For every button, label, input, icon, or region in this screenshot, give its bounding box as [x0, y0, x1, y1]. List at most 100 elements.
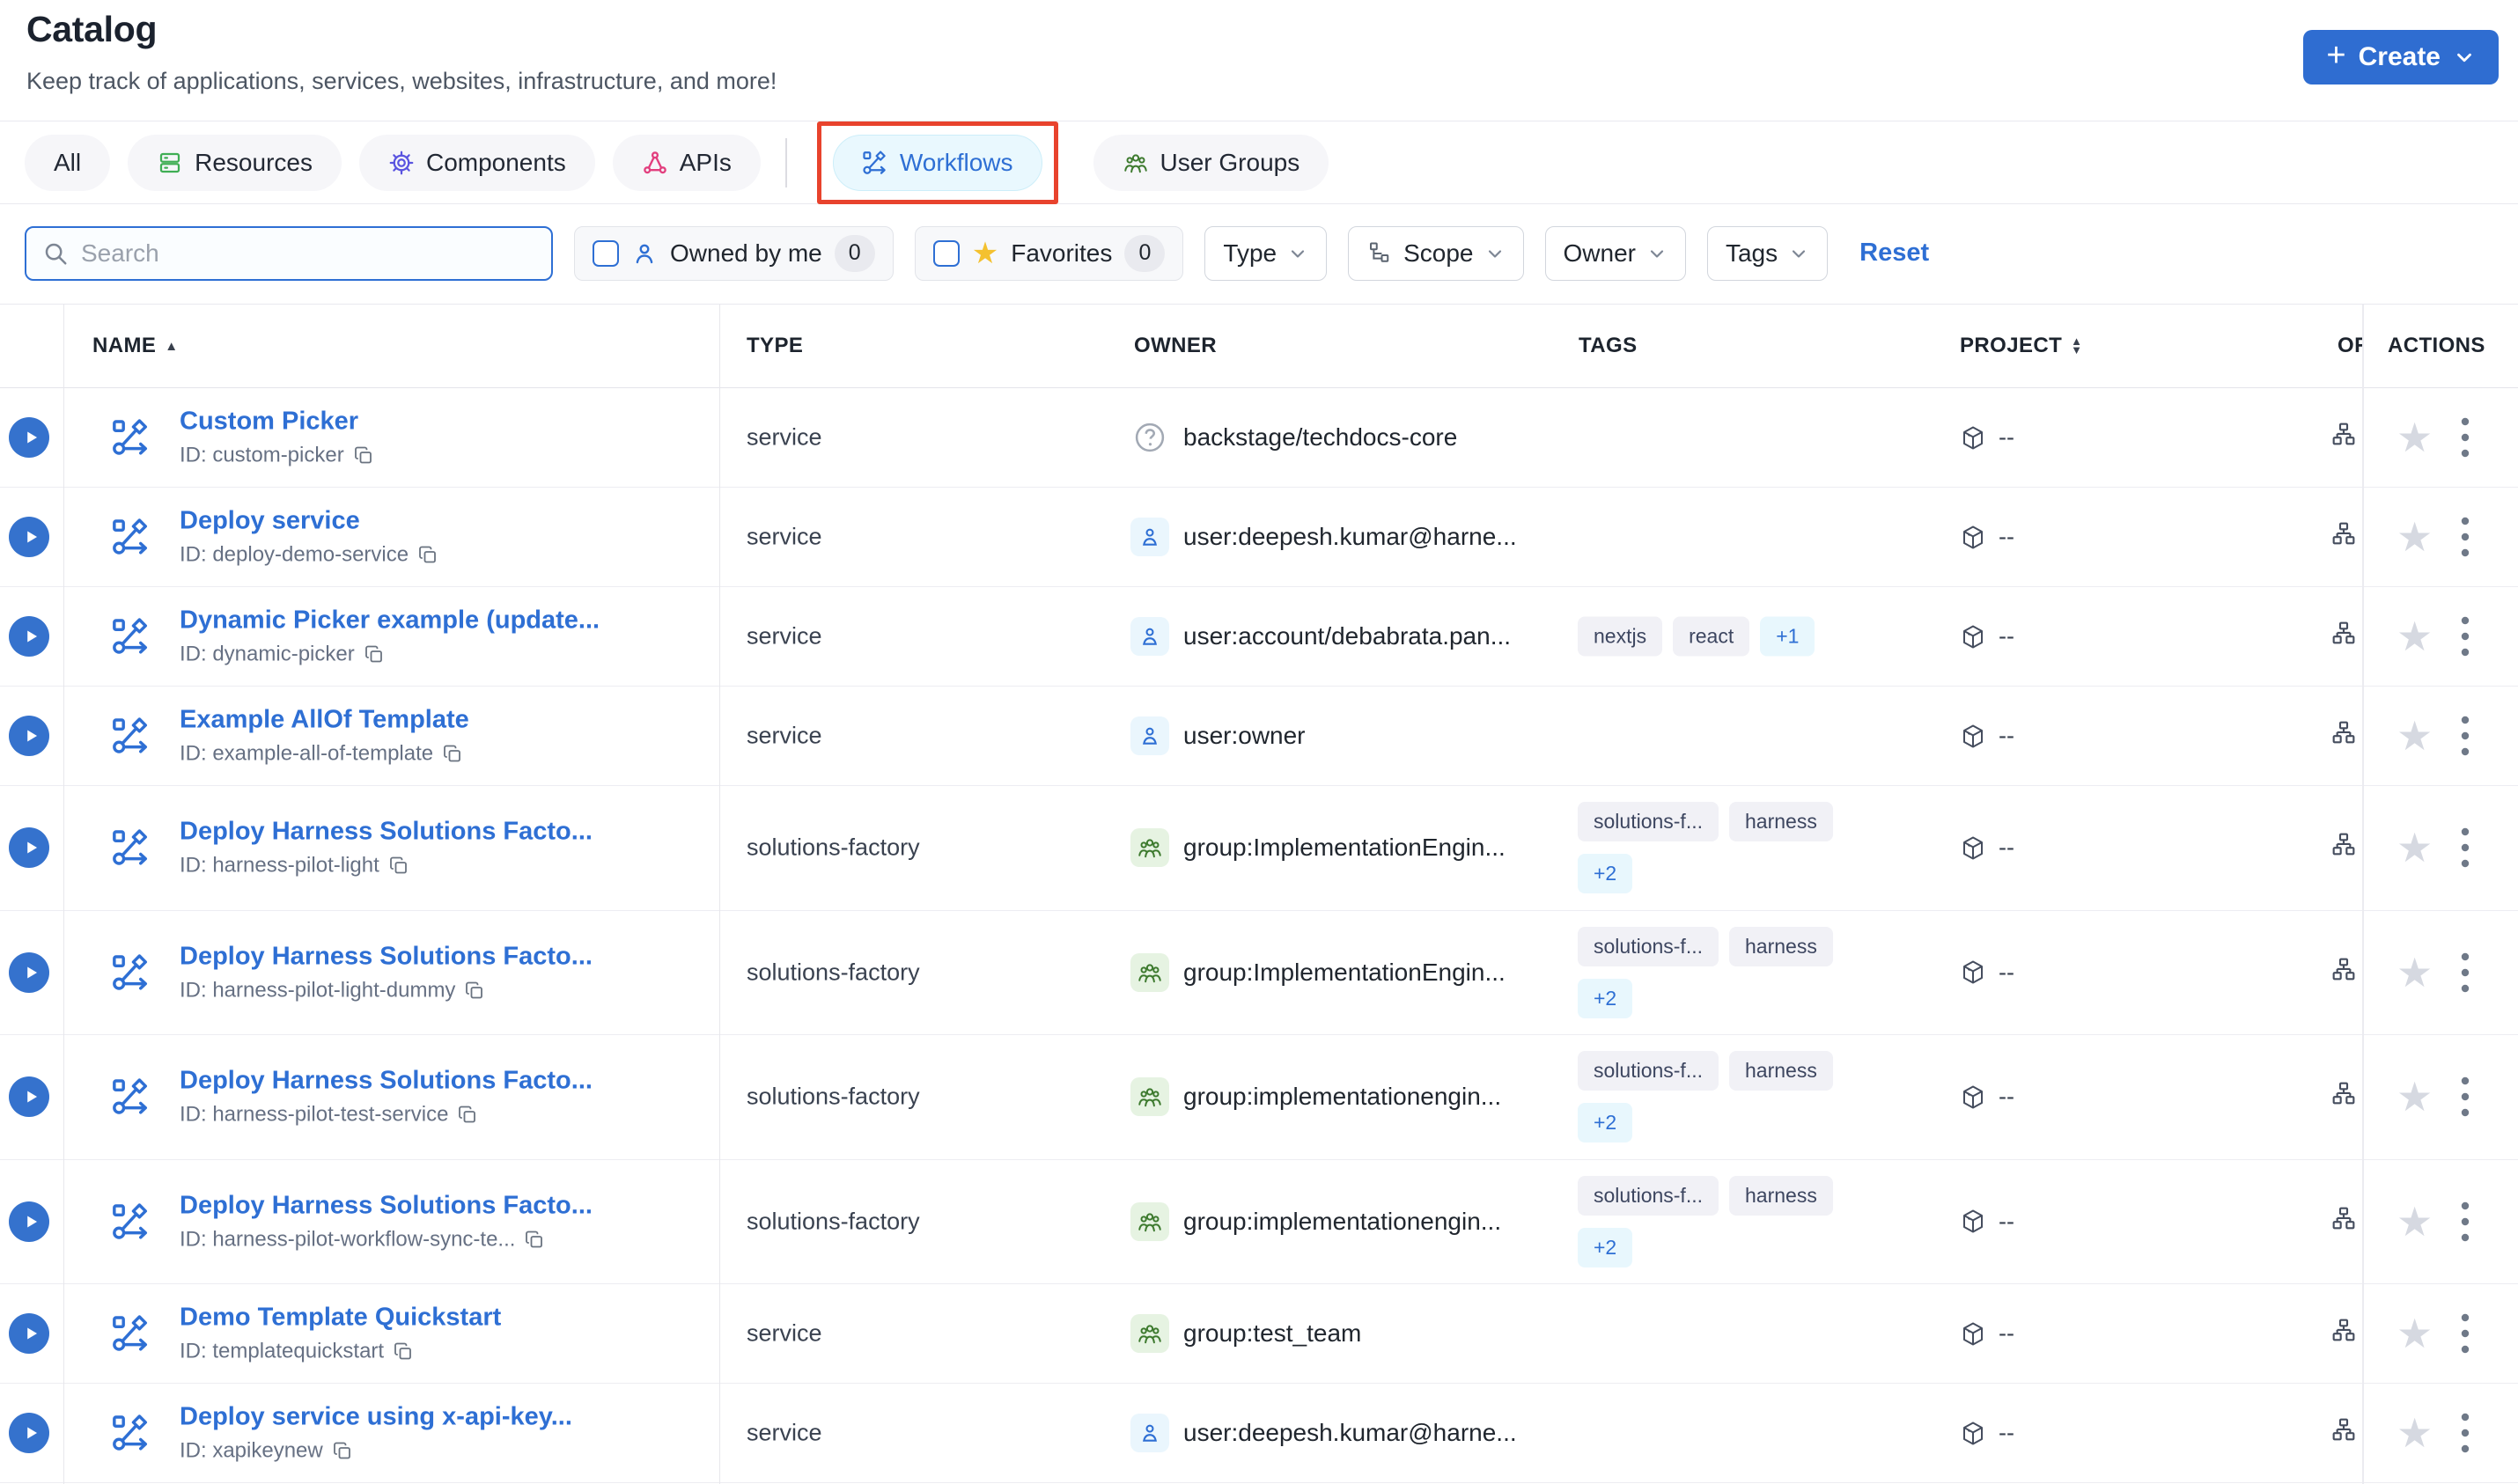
tab-label: User Groups	[1160, 148, 1300, 176]
owner-cell: group:implementationengin...	[1130, 1077, 1501, 1117]
project-value: --	[1999, 423, 2014, 451]
tags-dropdown[interactable]: Tags	[1706, 225, 1829, 281]
copy-icon[interactable]	[417, 545, 438, 566]
type-dropdown[interactable]: Type	[1204, 225, 1328, 281]
more-tags-pill[interactable]: +1	[1760, 616, 1815, 657]
copy-icon[interactable]	[393, 1341, 414, 1363]
row-menu-button[interactable]	[2460, 1201, 2470, 1243]
name-cell: Custom Picker ID: custom-picker	[180, 408, 708, 468]
row-menu-button[interactable]	[2460, 615, 2470, 658]
copy-icon[interactable]	[364, 644, 385, 665]
table-row: Deploy service ID: deploy-demo-service ser…	[0, 488, 2518, 587]
tag-pill[interactable]: solutions-f...	[1578, 926, 1719, 966]
favorite-star-button[interactable]: ★	[2397, 417, 2433, 458]
favorites-filter[interactable]: ★ Favorites 0	[914, 225, 1184, 281]
org-hierarchy-icon	[2330, 621, 2358, 653]
workflow-name-link[interactable]: Deploy Harness Solutions Facto...	[180, 818, 708, 847]
workflow-name-link[interactable]: Deploy Harness Solutions Facto...	[180, 1067, 708, 1096]
tag-pill[interactable]: react	[1673, 616, 1750, 657]
copy-icon[interactable]	[524, 1229, 545, 1250]
column-header-project[interactable]: PROJECT ▲ ▼	[1960, 334, 2082, 358]
row-menu-button[interactable]	[2460, 1412, 2470, 1454]
tab-workflows[interactable]: Workflows	[832, 134, 1042, 191]
row-menu-button[interactable]	[2460, 1312, 2470, 1355]
copy-icon[interactable]	[457, 1105, 478, 1126]
row-menu-button[interactable]	[2460, 416, 2470, 459]
copy-icon[interactable]	[442, 744, 463, 765]
workflow-icon	[111, 952, 151, 993]
tag-pill[interactable]: solutions-f...	[1578, 1051, 1719, 1091]
run-workflow-button[interactable]	[9, 517, 49, 557]
run-workflow-button[interactable]	[9, 716, 49, 756]
owner-unknown-icon	[1130, 418, 1169, 457]
favorites-checkbox[interactable]	[932, 239, 960, 267]
favorite-star-button[interactable]: ★	[2397, 1313, 2433, 1354]
column-divider	[63, 305, 64, 1484]
run-workflow-button[interactable]	[9, 1076, 49, 1118]
cube-icon	[1960, 623, 1986, 650]
workflow-name-link[interactable]: Example AllOf Template	[180, 706, 708, 735]
copy-icon[interactable]	[353, 445, 374, 467]
run-workflow-button[interactable]	[9, 1201, 49, 1242]
copy-icon[interactable]	[332, 1441, 353, 1462]
copy-icon[interactable]	[464, 980, 485, 1001]
favorite-star-button[interactable]: ★	[2397, 716, 2433, 756]
favorite-star-button[interactable]: ★	[2397, 1076, 2433, 1117]
favorite-star-button[interactable]: ★	[2397, 952, 2433, 993]
tag-pill[interactable]: harness	[1729, 1175, 1833, 1216]
create-button[interactable]: + Create	[2303, 30, 2499, 84]
owner-dropdown[interactable]: Owner	[1544, 225, 1686, 281]
run-workflow-button[interactable]	[9, 827, 49, 869]
tag-pill[interactable]: harness	[1729, 1051, 1833, 1091]
workflow-name-link[interactable]: Deploy Harness Solutions Facto...	[180, 942, 708, 971]
copy-icon[interactable]	[388, 856, 409, 877]
run-workflow-button[interactable]	[9, 616, 49, 657]
run-workflow-button[interactable]	[9, 417, 49, 458]
favorite-star-button[interactable]: ★	[2397, 827, 2433, 868]
tag-pill[interactable]: solutions-f...	[1578, 802, 1719, 842]
row-menu-button[interactable]	[2460, 1076, 2470, 1118]
more-tags-pill[interactable]: +2	[1578, 1103, 1633, 1143]
workflow-name-link[interactable]: Deploy service	[180, 507, 708, 536]
favorite-star-button[interactable]: ★	[2397, 1201, 2433, 1242]
run-workflow-button[interactable]	[9, 1313, 49, 1354]
page-title: Catalog	[26, 9, 158, 49]
dropdown-label: Scope	[1403, 239, 1474, 267]
tab-apis[interactable]: APIs	[612, 134, 761, 191]
scope-dropdown[interactable]: Scope	[1348, 225, 1524, 281]
workflow-name-link[interactable]: Custom Picker	[180, 408, 708, 437]
tab-user-groups[interactable]: User Groups	[1093, 134, 1329, 191]
workflow-name-link[interactable]: Demo Template Quickstart	[180, 1304, 708, 1333]
tab-components[interactable]: Components	[358, 134, 595, 191]
more-tags-pill[interactable]: +2	[1578, 978, 1633, 1018]
row-menu-button[interactable]	[2460, 826, 2470, 869]
workflow-name-link[interactable]: Deploy service using x-api-key...	[180, 1403, 708, 1432]
tag-pill[interactable]: solutions-f...	[1578, 1175, 1719, 1216]
row-menu-button[interactable]	[2460, 951, 2470, 994]
more-tags-pill[interactable]: +2	[1578, 1227, 1633, 1267]
owner-cell: group:ImplementationEngin...	[1130, 828, 1506, 868]
run-workflow-button[interactable]	[9, 1413, 49, 1453]
column-header-name[interactable]: NAME ▲	[92, 334, 179, 358]
search-input[interactable]	[81, 239, 535, 268]
tags-cell: solutions-f... harness +2	[1578, 802, 1886, 894]
tag-pill[interactable]: nextjs	[1578, 616, 1663, 657]
row-menu-button[interactable]	[2460, 715, 2470, 757]
favorite-star-button[interactable]: ★	[2397, 517, 2433, 557]
type-cell: service	[747, 1419, 822, 1446]
tag-pill[interactable]: harness	[1729, 926, 1833, 966]
owned-by-me-filter[interactable]: Owned by me 0	[574, 225, 894, 281]
workflow-name-link[interactable]: Dynamic Picker example (update...	[180, 606, 708, 635]
tab-resources[interactable]: Resources	[128, 134, 342, 191]
workflow-id: ID: harness-pilot-light	[180, 853, 379, 878]
more-tags-pill[interactable]: +2	[1578, 854, 1633, 894]
tag-pill[interactable]: harness	[1729, 802, 1833, 842]
favorite-star-button[interactable]: ★	[2397, 1413, 2433, 1453]
workflow-name-link[interactable]: Deploy Harness Solutions Facto...	[180, 1191, 708, 1220]
favorite-star-button[interactable]: ★	[2397, 616, 2433, 657]
reset-filters-button[interactable]: Reset	[1859, 239, 1929, 268]
run-workflow-button[interactable]	[9, 951, 49, 993]
tab-all[interactable]: All	[25, 134, 111, 191]
owned-by-me-checkbox[interactable]	[593, 239, 619, 267]
row-menu-button[interactable]	[2460, 516, 2470, 558]
